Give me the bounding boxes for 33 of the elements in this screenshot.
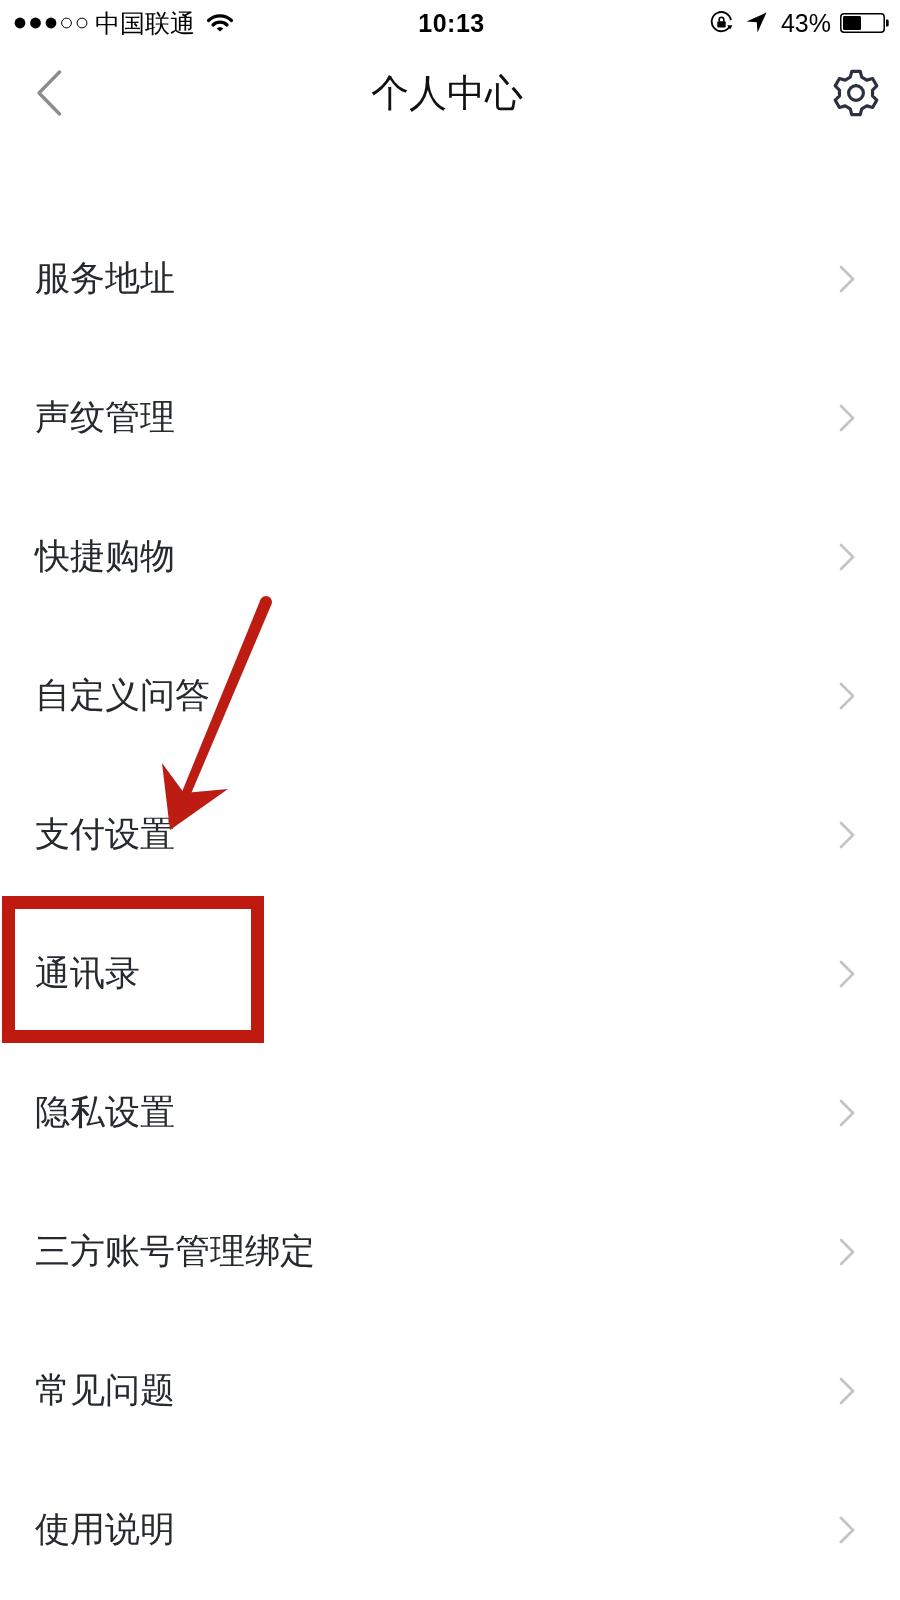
- menu-item[interactable]: 隐私设置: [0, 1043, 900, 1182]
- menu-item[interactable]: 三方账号管理绑定: [0, 1182, 900, 1321]
- chevron-icon: [839, 681, 855, 710]
- chevron-icon: [839, 403, 855, 432]
- back-icon: [36, 69, 62, 116]
- chevron-icon: [839, 1376, 855, 1405]
- menu-item[interactable]: 支付设置: [0, 765, 900, 904]
- menu-item[interactable]: 声纹管理: [0, 348, 900, 487]
- battery-icon: [840, 12, 889, 33]
- chevron-icon: [839, 542, 855, 571]
- status-time: 10:13: [418, 7, 485, 38]
- menu-item[interactable]: 服务地址: [0, 209, 900, 348]
- menu-item[interactable]: 自定义问答: [0, 626, 900, 765]
- menu-item[interactable]: 通讯录: [0, 904, 900, 1043]
- menu-item[interactable]: 快捷购物: [0, 487, 900, 626]
- settings-button[interactable]: [832, 68, 880, 117]
- chevron-icon: [839, 1098, 855, 1127]
- battery-percentage: 43%: [780, 7, 831, 38]
- chevron-icon: [839, 1515, 855, 1544]
- back-button[interactable]: [36, 69, 62, 116]
- carrier-name: 中国联通: [95, 7, 195, 38]
- rotation-lock-icon: [708, 10, 734, 35]
- chevron-icon: [839, 264, 855, 293]
- menu-item[interactable]: 使用说明: [0, 1460, 900, 1599]
- location-arrow-icon: [745, 12, 767, 33]
- chevron-icon: [839, 820, 855, 849]
- page-title: 个人中心: [371, 69, 523, 116]
- menu-item[interactable]: 常见问题: [0, 1321, 900, 1460]
- wifi-icon: [207, 13, 233, 32]
- settings-icon: [832, 68, 880, 117]
- chevron-icon: [839, 959, 855, 988]
- signal-strength-icon: [14, 16, 88, 29]
- chevron-icon: [839, 1237, 855, 1266]
